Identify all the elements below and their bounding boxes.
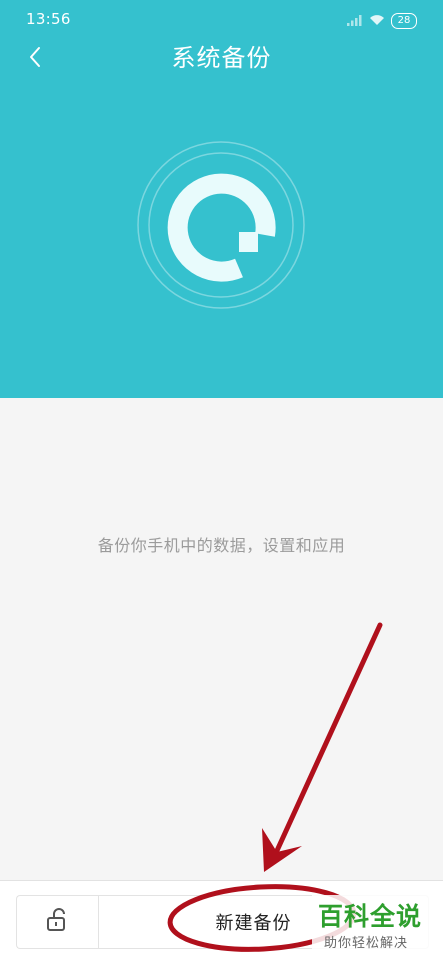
arrow [262, 622, 383, 872]
lock-button[interactable] [16, 895, 99, 949]
status-bar: 13:56 28 [0, 0, 443, 40]
watermark: 百科全说 助你轻松解决 [312, 895, 438, 955]
unlock-icon [45, 907, 71, 937]
backup-description: 备份你手机中的数据，设置和应用 [97, 536, 346, 555]
status-time: 13:56 [26, 10, 71, 28]
wifi-icon [369, 11, 385, 30]
backup-refresh-icon [136, 140, 306, 310]
page-title: 系统备份 [171, 44, 272, 72]
new-backup-label: 新建备份 [215, 913, 292, 934]
status-icons: 28 [347, 11, 417, 30]
watermark-title: 百科全说 [318, 902, 423, 931]
watermark-subtitle: 助你轻松解决 [324, 936, 409, 951]
battery-icon: 28 [391, 12, 417, 29]
header: 13:56 28 系统备份 [0, 0, 443, 398]
signal-icon [347, 11, 363, 30]
